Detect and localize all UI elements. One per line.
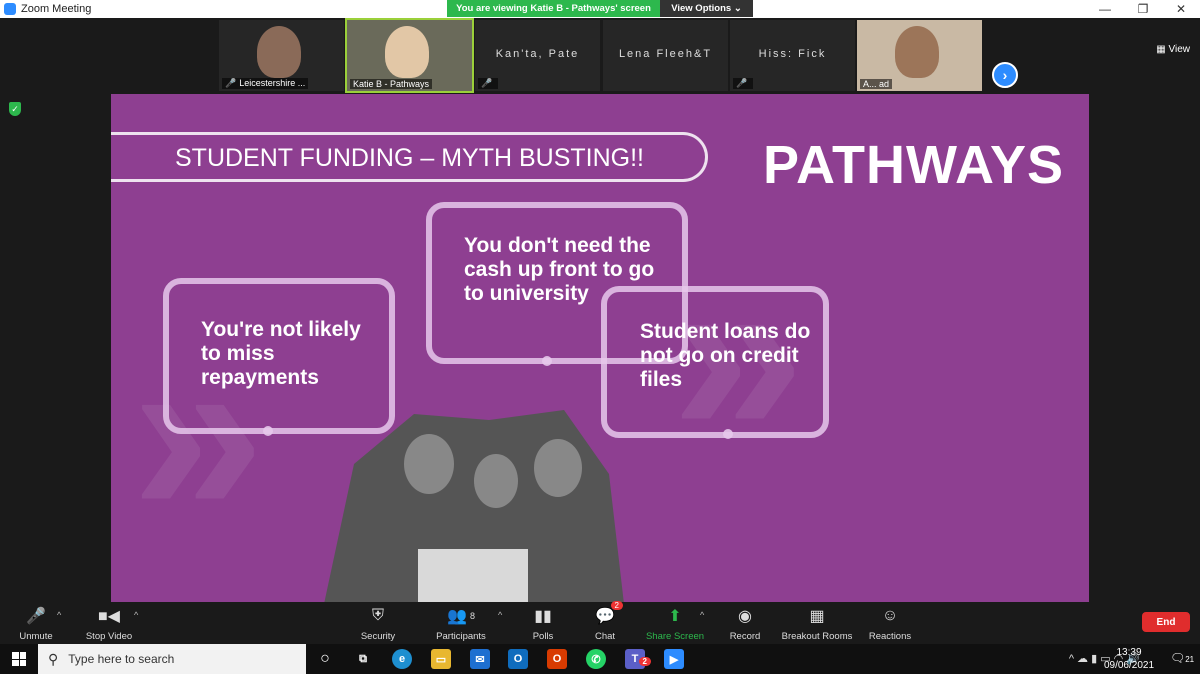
- viewing-banner: You are viewing Katie B - Pathways' scre…: [447, 0, 660, 17]
- notifications-icon[interactable]: 🗨21: [1170, 651, 1194, 665]
- windows-start-icon[interactable]: [12, 652, 26, 666]
- pathways-logo: PATHWAYS: [763, 135, 1065, 195]
- taskbar-search[interactable]: ⚲ Type here to search: [38, 644, 306, 674]
- zoom-taskbar-icon[interactable]: ▶: [664, 649, 684, 669]
- participant-thumb[interactable]: 🎤 Leicestershire ...: [219, 20, 344, 91]
- participant-thumb[interactable]: Hiss: Fick 🎤: [730, 20, 855, 91]
- clock[interactable]: 13:39 09/06/2021: [1100, 646, 1158, 672]
- video-options-caret-icon[interactable]: ^: [134, 610, 138, 620]
- file-explorer-icon[interactable]: ▭: [431, 649, 451, 669]
- window-title: Zoom Meeting: [21, 3, 92, 15]
- zoom-logo-icon: [4, 3, 16, 15]
- muted-mic-icon: 🎤: [736, 78, 748, 88]
- bubble-dot: [723, 429, 733, 439]
- muted-mic-icon: 🎤: [481, 78, 493, 88]
- view-button[interactable]: ▦ View: [1156, 44, 1190, 55]
- whatsapp-icon[interactable]: ✆: [586, 649, 606, 669]
- muted-mic-icon: 🎤: [225, 78, 237, 88]
- chat-bubble-icon: 💬 2: [595, 601, 623, 627]
- windows-taskbar: ⚲ Type here to search ○ ⧉ e ▭ ✉ O O ✆ T2…: [0, 644, 1200, 674]
- end-meeting-button[interactable]: End: [1142, 612, 1190, 632]
- office-icon[interactable]: O: [547, 649, 567, 669]
- record-icon: ◉: [738, 608, 752, 625]
- bubble-dot: [542, 356, 552, 366]
- search-icon: ⚲: [48, 650, 59, 667]
- reactions-smiley-icon: ☺: [881, 607, 899, 624]
- next-page-icon[interactable]: ›: [992, 62, 1018, 88]
- edge-icon[interactable]: e: [392, 649, 412, 669]
- participant-strip: 🎤 Leicestershire ... Katie B - Pathways K…: [0, 18, 1200, 94]
- polls-chart-icon: ▮▮: [534, 608, 552, 625]
- participant-video: [257, 26, 301, 78]
- participant-thumb[interactable]: Lena Fleeh&T: [603, 20, 728, 91]
- muted-mic-icon: 🎤: [26, 608, 46, 625]
- bubble-dot: [263, 426, 273, 436]
- share-screen-icon: ⬆: [668, 608, 682, 625]
- maximize-button[interactable]: ❐: [1124, 0, 1162, 18]
- meeting-toolbar: 🎤 Unmute ^ ■◀ Stop Video ^ ⛨ Security 👥 8…: [0, 601, 1200, 644]
- participant-thumb-active[interactable]: Katie B - Pathways: [345, 18, 474, 93]
- security-button[interactable]: ⛨ Security: [338, 605, 418, 642]
- shield-icon: ⛨: [371, 607, 384, 624]
- share-options-caret-icon[interactable]: ^: [700, 610, 704, 620]
- audio-options-caret-icon[interactable]: ^: [57, 610, 61, 620]
- laptop-image: [418, 549, 528, 602]
- task-view-icon[interactable]: ⧉: [353, 649, 373, 669]
- close-button[interactable]: ✕: [1162, 0, 1200, 18]
- participants-caret-icon[interactable]: ^: [498, 610, 502, 620]
- participant-video: [895, 26, 939, 78]
- record-button[interactable]: ◉ Record: [705, 605, 785, 642]
- breakout-rooms-icon: ▦: [809, 608, 825, 625]
- mail-icon[interactable]: ✉: [470, 649, 490, 669]
- shared-screen-slide: » » STUDENT FUNDING – MYTH BUSTING!! PAT…: [111, 94, 1089, 602]
- participants-button[interactable]: 👥 8 Participants: [421, 605, 501, 642]
- breakout-rooms-button[interactable]: ▦ Breakout Rooms: [777, 605, 857, 642]
- view-options-button[interactable]: View Options ⌄: [660, 0, 753, 17]
- participant-video: [385, 26, 429, 78]
- participant-thumb[interactable]: Kan'ta, Pate 🎤: [475, 20, 600, 91]
- reactions-button[interactable]: ☺ Reactions: [850, 605, 930, 642]
- participant-thumb[interactable]: A... ad: [857, 20, 982, 91]
- teams-icon[interactable]: T2: [625, 649, 651, 669]
- chat-button[interactable]: 💬 2 Chat: [565, 601, 645, 642]
- speech-bubble-1: You're not likely to miss repayments: [163, 278, 395, 434]
- participants-icon: 👥 8: [447, 608, 475, 625]
- unmute-button[interactable]: 🎤 Unmute: [0, 605, 76, 642]
- slide-headline: STUDENT FUNDING – MYTH BUSTING!!: [175, 144, 645, 172]
- speech-bubble-3: Student loans do not go on credit files: [601, 286, 829, 438]
- chat-badge: 2: [610, 601, 623, 610]
- cortana-icon[interactable]: ○: [315, 649, 335, 669]
- video-camera-icon: ■◀: [98, 608, 120, 625]
- outlook-icon[interactable]: O: [508, 649, 528, 669]
- minimize-button[interactable]: —: [1086, 0, 1124, 18]
- security-shield-icon[interactable]: ✓: [9, 102, 21, 116]
